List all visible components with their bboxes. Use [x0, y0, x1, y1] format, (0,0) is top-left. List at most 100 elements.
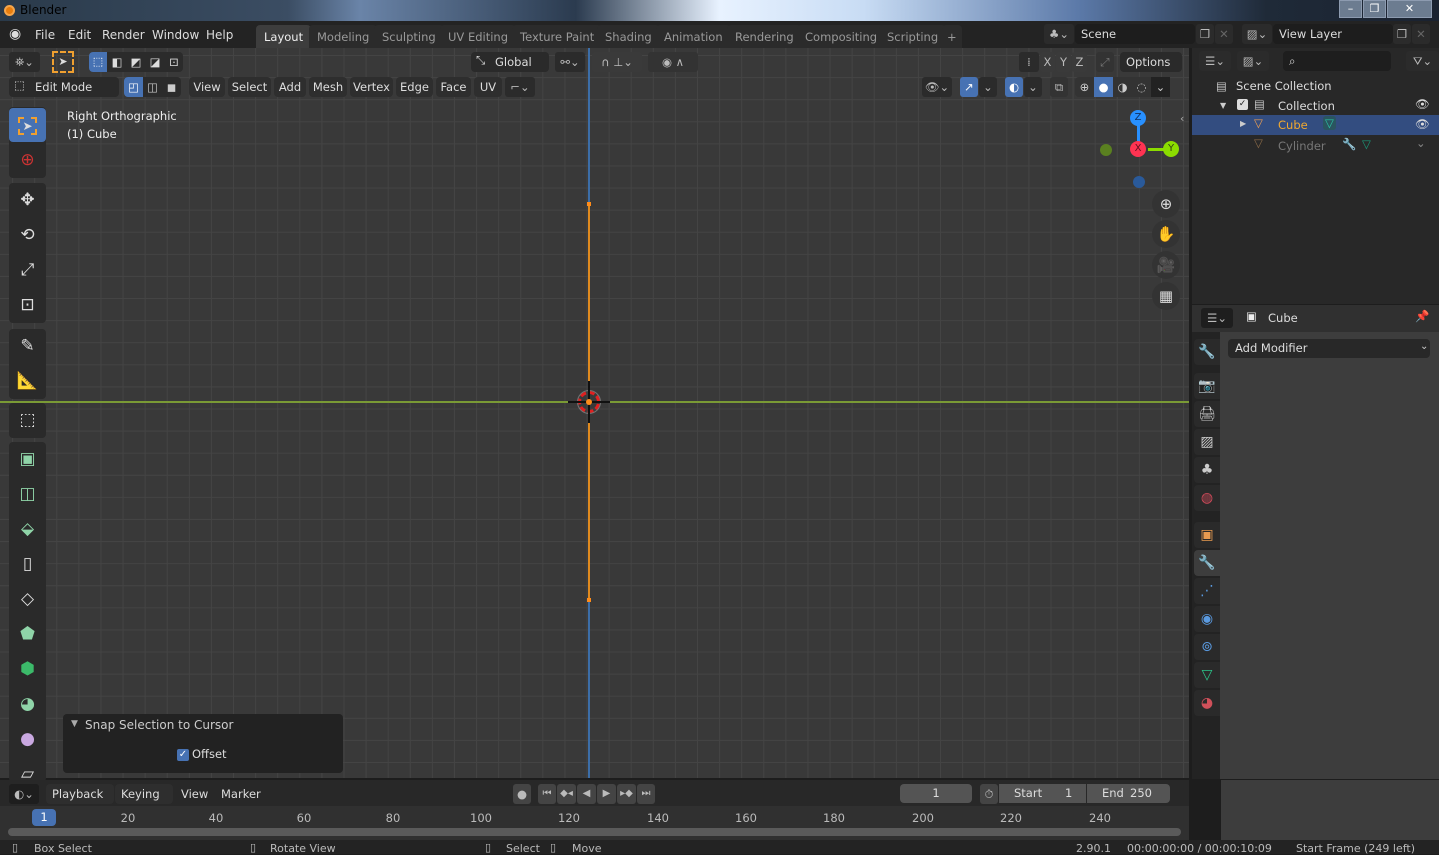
gizmo-x-axis[interactable]: X	[1130, 141, 1146, 157]
select-invert-icon[interactable]: ◪	[146, 52, 164, 72]
properties-editor-type-icon[interactable]: ☰⌄	[1201, 308, 1233, 328]
selectability-visibility-icon[interactable]: 👁⌄	[922, 77, 952, 97]
blender-menu-icon[interactable]: ◉	[9, 26, 21, 42]
collection-checkbox[interactable]: ✓	[1237, 99, 1248, 110]
jump-start-icon[interactable]: ⏮	[538, 784, 556, 804]
measure-tool-icon[interactable]: 📐	[9, 364, 46, 398]
current-frame-field[interactable]: 1	[900, 784, 972, 803]
play-reverse-icon[interactable]: ◀	[577, 784, 596, 804]
tab-sculpting[interactable]: Sculpting	[374, 25, 444, 48]
mirror-icon[interactable]: ⁞	[1019, 52, 1039, 72]
cube-expand-icon[interactable]: ▶	[1240, 119, 1246, 128]
scene-name-field[interactable]: Scene	[1075, 24, 1195, 44]
world-tab-icon[interactable]: ◍	[1194, 485, 1220, 511]
loop-cut-tool-icon[interactable]: ▯	[9, 547, 46, 581]
tab-modeling[interactable]: Modeling	[309, 25, 378, 48]
mode-dropdown[interactable]: Edit Mode	[9, 77, 119, 97]
bevel-tool-icon[interactable]: ⬙	[9, 512, 46, 546]
offset-checkbox[interactable]: ✓	[177, 749, 189, 761]
scene-collection-label[interactable]: Scene Collection	[1236, 79, 1332, 93]
collection-visibility-eye-icon[interactable]: 👁	[1415, 97, 1430, 111]
select-new-icon[interactable]: ⬚	[89, 52, 107, 72]
rotate-tool-icon[interactable]: ⟲	[9, 218, 46, 252]
rendered-shading-icon[interactable]: ◌	[1132, 77, 1151, 97]
object-tab-icon[interactable]: ▣	[1194, 522, 1220, 548]
tab-rendering[interactable]: Rendering	[727, 25, 802, 48]
perspective-toggle-grid-icon[interactable]: ▦	[1152, 282, 1180, 310]
cylinder-mesh-data-icon[interactable]: ▽	[1362, 137, 1371, 151]
vertex-select-icon[interactable]: ◰	[124, 77, 143, 97]
maximize-button[interactable]: ❐	[1363, 0, 1386, 18]
sidebar-toggle-icon[interactable]: ‹	[1180, 112, 1189, 130]
extrude-region-tool-icon[interactable]: ▣	[9, 442, 46, 476]
gizmo-y-axis[interactable]: Y	[1163, 141, 1179, 157]
material-tab-icon[interactable]: ◕	[1194, 690, 1220, 716]
filter-icon[interactable]: ⛛⌄	[1406, 51, 1439, 71]
mesh-vertex[interactable]	[587, 598, 591, 602]
mirror-x-button[interactable]: X	[1040, 52, 1055, 72]
mirror-y-button[interactable]: Y	[1056, 52, 1071, 72]
menu-file[interactable]: File	[35, 28, 55, 42]
output-tab-icon[interactable]: 🖨	[1194, 401, 1220, 427]
tab-uv-editing[interactable]: UV Editing	[440, 25, 516, 48]
playhead[interactable]: 1	[32, 809, 56, 826]
material-preview-icon[interactable]: ◑	[1113, 77, 1132, 97]
marker-menu[interactable]: Marker	[221, 787, 261, 801]
menu-help[interactable]: Help	[206, 28, 233, 42]
menu-uv[interactable]: UV	[474, 77, 502, 97]
view-layer-name-field[interactable]: View Layer	[1273, 24, 1393, 44]
delete-view-layer-icon[interactable]: ✕	[1412, 24, 1430, 44]
mesh-vertex[interactable]	[587, 202, 591, 206]
menu-edge[interactable]: Edge	[396, 77, 433, 97]
menu-window[interactable]: Window	[152, 28, 199, 42]
close-button[interactable]: ✕	[1387, 0, 1432, 18]
prev-keyframe-icon[interactable]: ◆◂	[557, 784, 576, 804]
smooth-tool-icon[interactable]: ◕	[9, 687, 46, 721]
proportional-edit-icon[interactable]: ◉ ∧	[648, 52, 698, 72]
constraints-tab-icon[interactable]: ⊚	[1194, 634, 1220, 660]
timeline-scrollbar[interactable]	[8, 828, 1181, 836]
stopwatch-icon[interactable]: ⏱	[980, 784, 998, 804]
collapse-arrow-icon[interactable]: ▼	[71, 719, 78, 729]
jump-end-icon[interactable]: ⏭	[637, 784, 655, 804]
tool-tab-icon[interactable]: 🔧	[1194, 339, 1220, 365]
minimize-button[interactable]: –	[1339, 0, 1362, 18]
modifier-wrench-icon[interactable]: 🔧	[1342, 137, 1356, 151]
menu-edit[interactable]: Edit	[68, 28, 91, 42]
select-intersect-icon[interactable]: ⊡	[165, 52, 183, 72]
menu-face[interactable]: Face	[436, 77, 471, 97]
next-keyframe-icon[interactable]: ▸◆	[617, 784, 636, 804]
tab-texture-paint[interactable]: Texture Paint	[512, 25, 603, 48]
add-workspace-button[interactable]: +	[942, 25, 962, 48]
render-tab-icon[interactable]: 📷	[1194, 373, 1220, 399]
snap-toggle-icon[interactable]: ∩ ⊥⌄	[592, 52, 642, 72]
data-tab-icon[interactable]: ▽	[1194, 662, 1220, 688]
add-cube-tool-icon[interactable]: ⬚	[9, 403, 46, 437]
outliner-editor-type-icon[interactable]: ☰⌄	[1199, 51, 1231, 71]
timeline-editor-type-icon[interactable]: ◐⌄	[9, 784, 39, 804]
spin-tool-icon[interactable]: ⬢	[9, 652, 46, 686]
operator-title[interactable]: Snap Selection to Cursor	[85, 718, 233, 732]
pivot-point-icon[interactable]: ⚯⌄	[555, 52, 585, 72]
menu-select[interactable]: Select	[228, 77, 271, 97]
display-mode-icon[interactable]: ▨⌄	[1237, 51, 1269, 71]
scale-tool-icon[interactable]: ⤢	[9, 253, 46, 287]
overlays-dropdown-icon[interactable]: ⌄	[1024, 77, 1042, 97]
zoom-view-icon[interactable]: ⊕	[1152, 190, 1180, 218]
face-select-icon[interactable]: ◼	[162, 77, 181, 97]
new-view-layer-icon[interactable]: ❐	[1393, 24, 1411, 44]
keying-menu[interactable]: Keying	[115, 784, 173, 804]
gizmo-z-axis[interactable]: Z	[1130, 110, 1146, 126]
scene-tab-icon[interactable]: ♣	[1194, 457, 1220, 483]
move-tool-icon[interactable]: ✥	[9, 183, 46, 217]
view-layer-tab-icon[interactable]: ▨	[1194, 429, 1220, 455]
wireframe-shading-icon[interactable]: ⊕	[1075, 77, 1094, 97]
shading-dropdown-icon[interactable]: ⌄	[1151, 77, 1170, 97]
menu-vertex[interactable]: Vertex	[350, 77, 393, 97]
collection-label[interactable]: Collection	[1278, 99, 1335, 113]
edge-slide-tool-icon[interactable]: ●	[9, 722, 46, 756]
particles-tab-icon[interactable]: ⋰	[1194, 578, 1220, 604]
cylinder-label[interactable]: Cylinder	[1278, 139, 1326, 153]
tab-shading[interactable]: Shading	[597, 25, 660, 48]
select-extend-icon[interactable]: ◧	[108, 52, 126, 72]
